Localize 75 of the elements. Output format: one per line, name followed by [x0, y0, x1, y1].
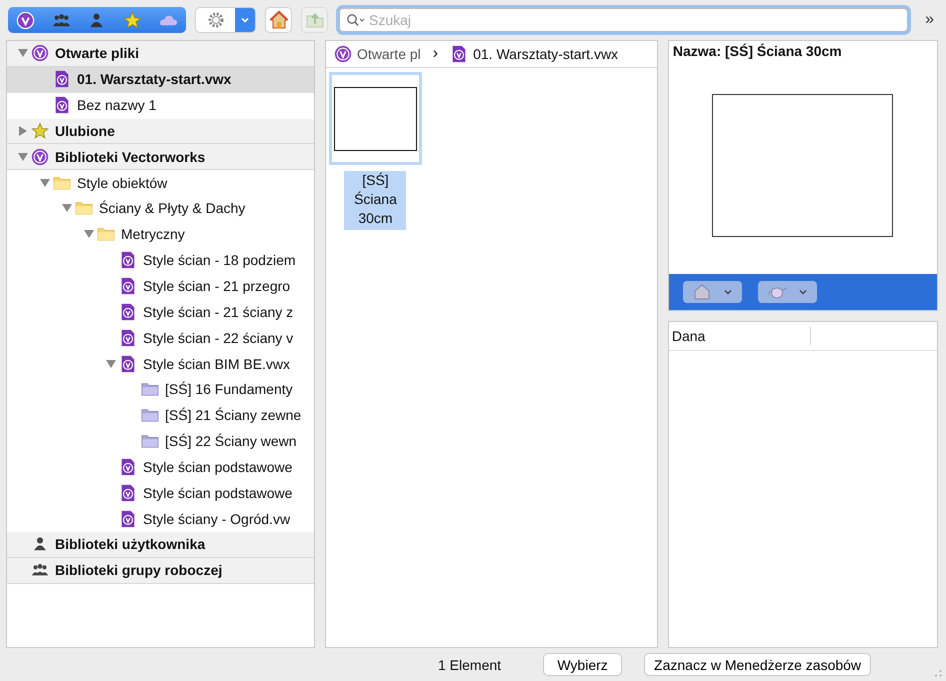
expanded-triangle-icon[interactable] — [105, 358, 117, 370]
tree-item[interactable]: Metryczny — [7, 222, 314, 248]
footer-button[interactable]: Wybierz — [543, 653, 622, 676]
tree-item[interactable]: Style ścian - 22 ściany v — [7, 325, 314, 352]
breadcrumb-item[interactable]: 01. Warsztaty-start.vwx — [450, 45, 618, 63]
expanded-triangle-icon[interactable] — [17, 150, 29, 163]
user-icon — [31, 535, 49, 554]
document-icon — [119, 251, 137, 270]
gear-icon — [206, 10, 226, 30]
tree-item[interactable]: Ulubione — [7, 118, 314, 144]
caret-icon — [240, 15, 250, 25]
document-icon — [450, 45, 468, 63]
document-icon — [119, 328, 137, 347]
document-icon — [119, 484, 137, 502]
resource-thumbnail[interactable] — [328, 72, 422, 165]
folder-icon — [141, 432, 159, 450]
caret-icon — [798, 287, 808, 297]
overflow-button[interactable]: » — [925, 11, 934, 29]
tree-item[interactable]: Style ścian - 18 podziem — [7, 248, 314, 274]
search-field[interactable]: Szukaj — [339, 8, 908, 32]
footer-button[interactable]: Zaznacz w Menedżerze zasobów — [644, 653, 872, 676]
tree-item[interactable]: Style ścian - 21 przegro — [7, 274, 314, 300]
item-count: 1 Element — [438, 656, 502, 672]
tree-item[interactable]: Style obiektów — [7, 170, 314, 196]
v-logo-icon — [31, 44, 49, 62]
expanded-triangle-icon[interactable] — [61, 202, 73, 214]
star-icon[interactable] — [123, 10, 142, 30]
collapsed-triangle-icon[interactable] — [17, 124, 29, 137]
document-icon — [119, 354, 137, 373]
tree-item[interactable]: 01. Warsztaty-start.vwx — [7, 66, 314, 93]
tree-item[interactable]: Style ścian BIM BE.vwx — [7, 351, 314, 377]
folder-icon — [75, 199, 93, 218]
folder-icon — [141, 406, 159, 424]
expanded-triangle-icon[interactable] — [83, 228, 95, 240]
v-logo-icon — [334, 45, 352, 63]
star-icon — [31, 122, 49, 140]
v-logo-icon — [31, 148, 49, 166]
view-dropdown[interactable] — [682, 281, 742, 303]
tree-item[interactable]: [SŚ] 16 Fundamenty — [7, 376, 314, 403]
tree-item[interactable]: [SŚ] 21 Ściany zewne — [7, 402, 314, 429]
tree-item[interactable]: Ściany & Płyty & Dachy — [7, 196, 314, 222]
expanded-triangle-icon[interactable] — [17, 47, 29, 60]
document-icon — [119, 510, 137, 528]
render-dropdown[interactable] — [758, 281, 817, 303]
tree-item[interactable]: Biblioteki grupy roboczej — [7, 558, 314, 584]
folder-icon — [97, 225, 115, 244]
tree-item[interactable]: Style ścian podstawowe — [7, 454, 314, 480]
house-icon — [268, 10, 288, 30]
document-icon — [53, 96, 71, 114]
tree-item[interactable]: Style ścian podstawowe — [7, 480, 314, 506]
resource-name: Nazwa: [SŚ] Ściana 30cm — [672, 42, 843, 61]
document-icon — [53, 70, 71, 88]
tree-item[interactable]: Style ściany - Ogród.vw — [7, 506, 314, 532]
v-logo-icon[interactable] — [16, 10, 36, 30]
home-button[interactable] — [265, 7, 292, 33]
settings-dropdown[interactable] — [195, 7, 256, 33]
tree-item[interactable]: [SŚ] 22 Ściany wewn — [7, 428, 314, 454]
column-header[interactable]: Dana — [668, 327, 811, 345]
document-icon — [119, 277, 137, 296]
document-icon — [119, 458, 137, 476]
resource-label: [SŚ] Ściana 30cm — [344, 171, 406, 230]
breadcrumb-separator: › — [432, 45, 438, 63]
tree-item[interactable]: Bez nazwy 1 — [7, 92, 314, 119]
breadcrumb-item[interactable]: Otwarte pl — [334, 45, 421, 63]
tree-item[interactable]: Otwarte pliki — [7, 41, 314, 67]
caret-icon — [722, 287, 733, 297]
tree-item[interactable]: Biblioteki użytkownika — [7, 532, 314, 558]
folder-icon — [141, 380, 159, 398]
tree-item[interactable]: Biblioteki Vectorworks — [7, 144, 314, 170]
expanded-triangle-icon[interactable] — [39, 176, 51, 189]
library-tabs[interactable] — [8, 7, 186, 33]
house-icon — [692, 282, 712, 302]
document-icon — [119, 302, 137, 321]
resize-grip-icon[interactable] — [934, 669, 942, 677]
tree-item[interactable]: Style ścian - 21 ściany z — [7, 299, 314, 326]
